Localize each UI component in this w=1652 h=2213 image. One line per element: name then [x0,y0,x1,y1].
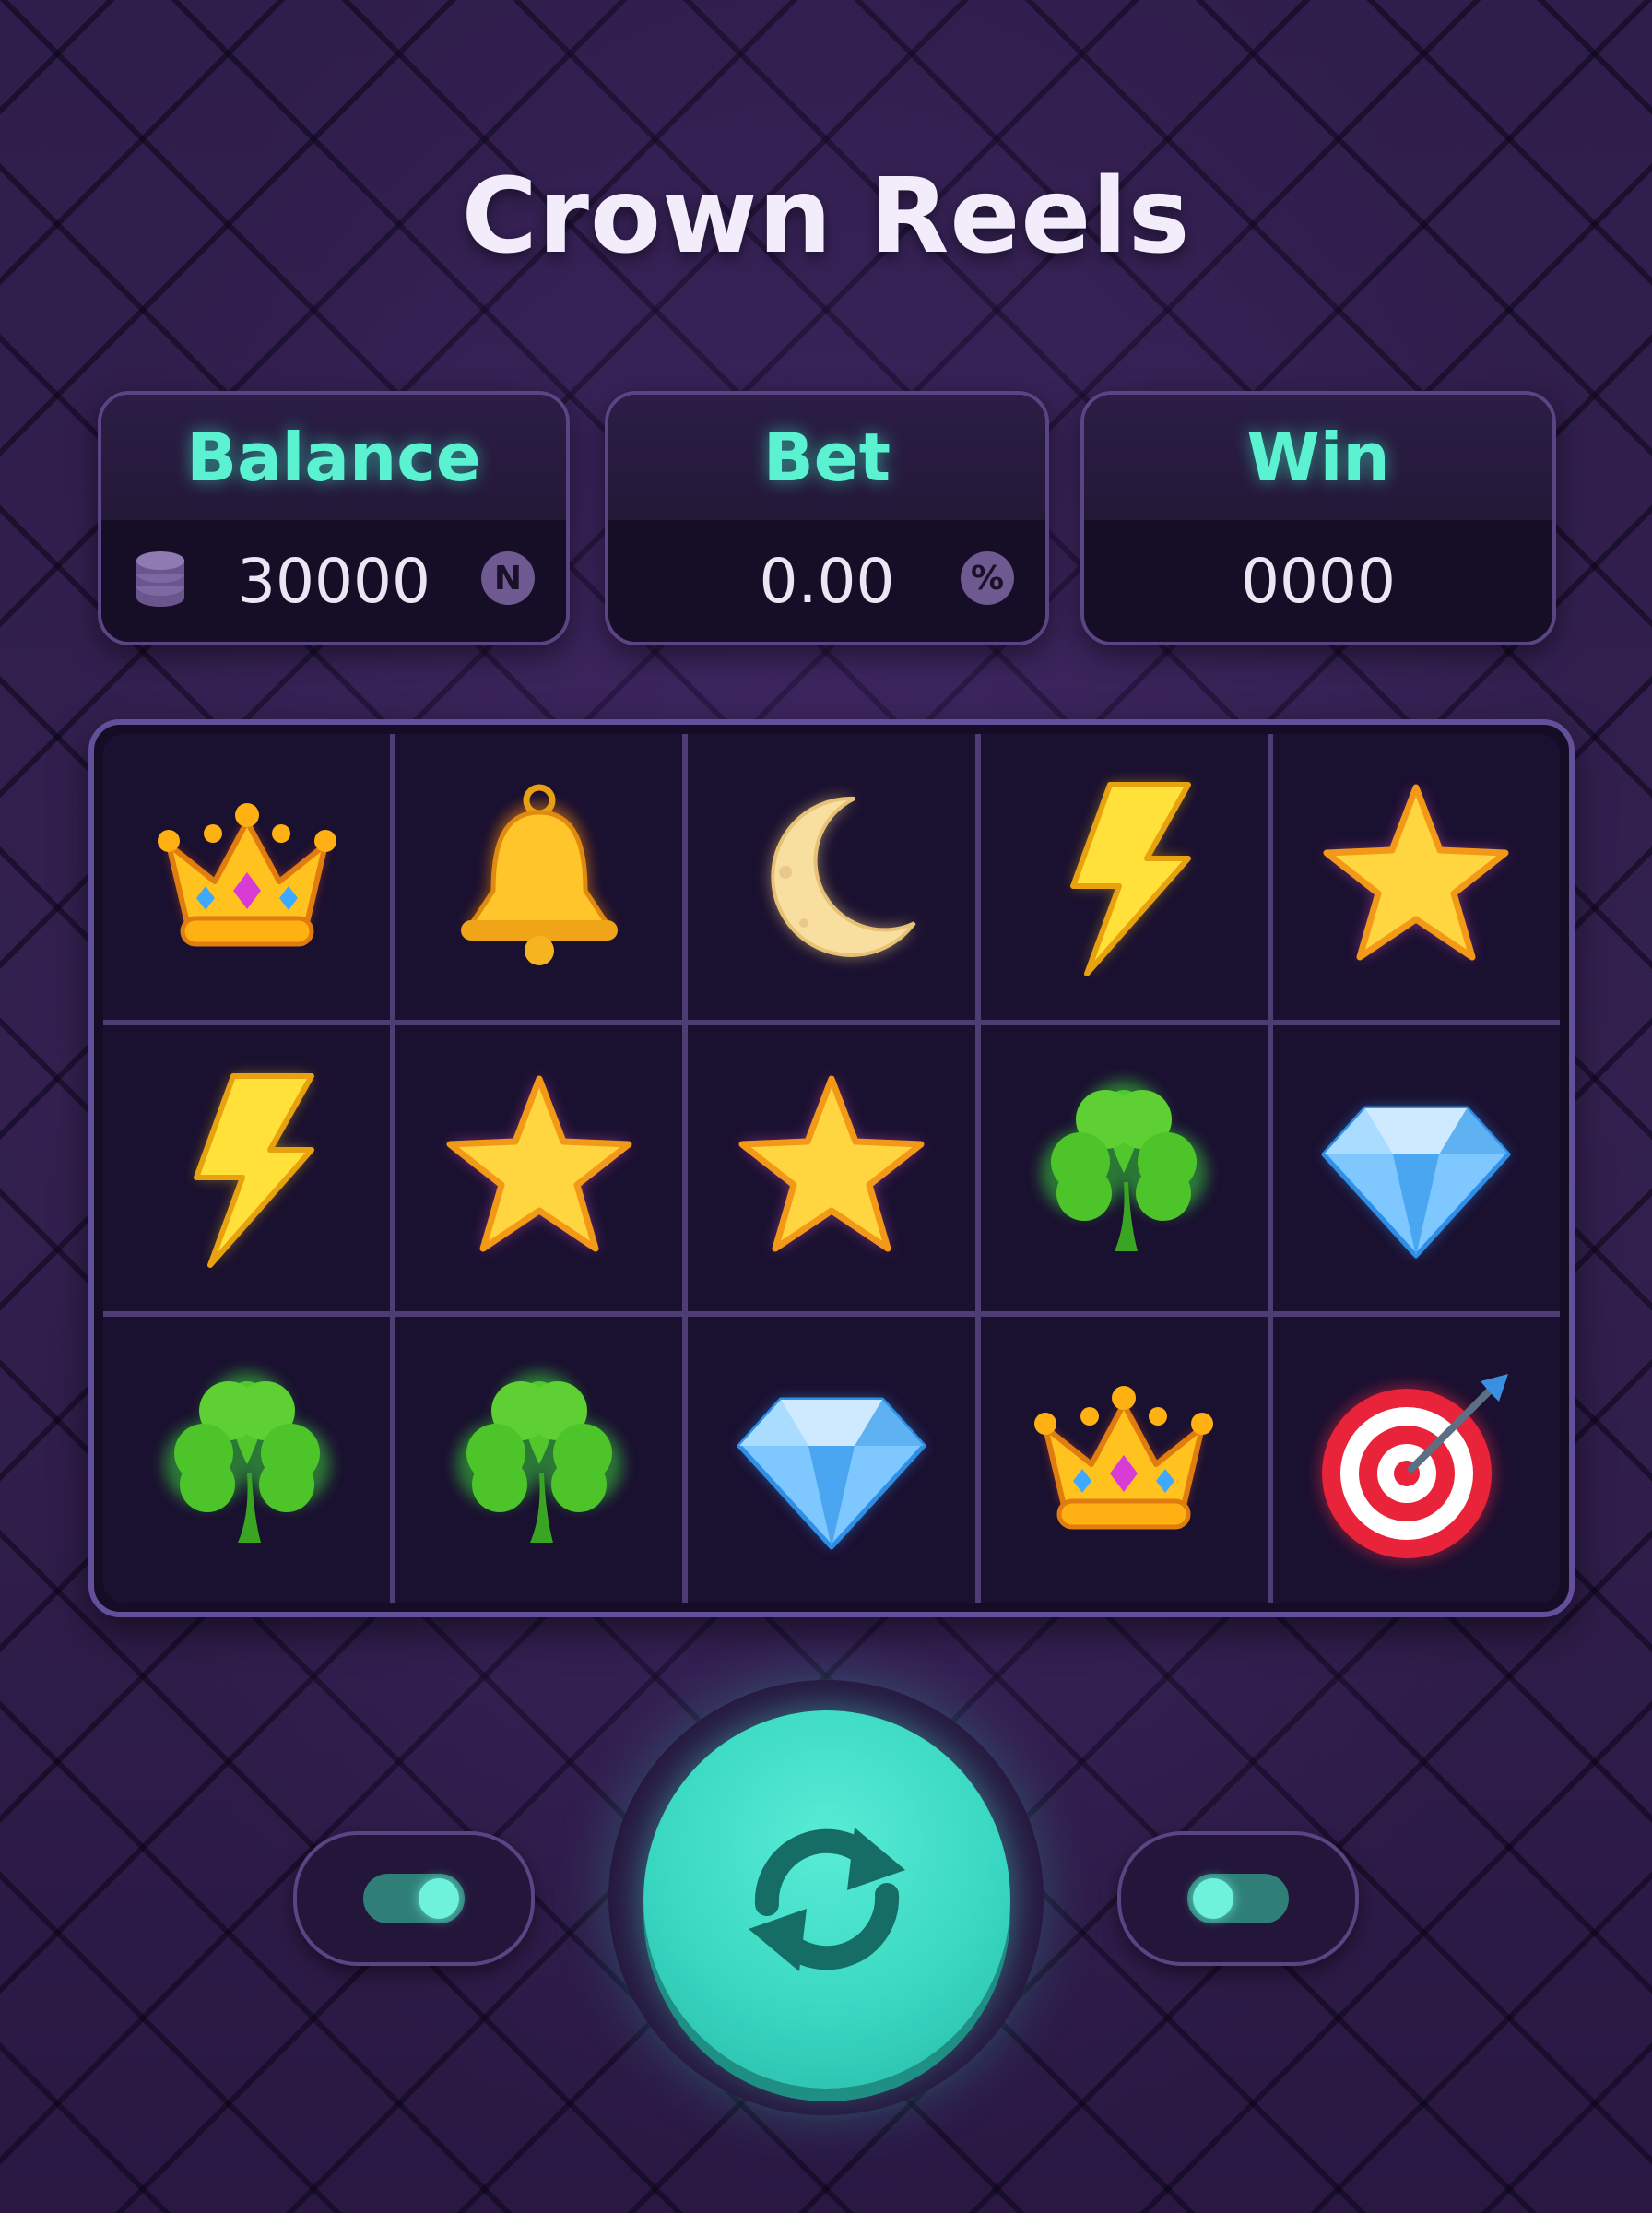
lightning-icon [193,1073,314,1268]
reel-cell [103,1317,391,1603]
star-icon [446,1075,632,1252]
crown-icon [1034,1386,1214,1530]
reel-cell [395,1025,683,1311]
right-toggle-track [1187,1874,1289,1923]
win-value-row: 0000 [1084,520,1552,642]
win-label: Win [1084,395,1552,520]
star-icon [1323,784,1509,961]
bet-panel: Bet 0.00 % [605,391,1049,645]
win-value: 0000 [1241,545,1396,617]
diamond-icon [1321,1106,1511,1259]
balance-label: Balance [101,395,566,520]
refresh-icon [749,1828,905,1971]
clover-icon [455,1372,622,1543]
lightning-icon [1070,782,1192,976]
reel-cell [980,734,1268,1020]
moon-icon [771,796,916,957]
right-toggle-knob [1193,1878,1233,1919]
reel-cell [688,1317,975,1603]
crown-icon [157,803,336,947]
left-toggle[interactable] [293,1831,535,1966]
reel-cell [1272,734,1560,1020]
reel-cell [688,1025,975,1311]
game-title: Crown Reels [461,157,1191,277]
reel-cell [1272,1317,1560,1603]
balance-panel: Balance 30000 N [98,391,570,645]
star-icon [738,1075,925,1252]
target-icon [1319,1374,1509,1561]
reel-grid [103,734,1560,1603]
balance-value: 30000 [237,545,431,617]
reel-cell [103,1025,391,1311]
reel-cell [980,1317,1268,1603]
reel-cell [103,734,391,1020]
right-toggle[interactable] [1117,1831,1359,1966]
balance-value-row: 30000 N [101,520,566,642]
left-toggle-knob [419,1878,459,1919]
currency-badge-icon: N [481,551,535,605]
bet-label: Bet [608,395,1045,520]
percent-badge-icon[interactable]: % [961,551,1014,605]
clover-icon [1041,1081,1208,1251]
reel-grid-frame [88,719,1575,1617]
bet-value: 0.00 [759,545,895,617]
coin-stack-icon [136,551,184,607]
reel-cell [395,1317,683,1603]
reel-cell [980,1025,1268,1311]
win-panel: Win 0000 [1080,391,1556,645]
bet-value-row: 0.00 % [608,520,1045,642]
spin-button[interactable] [643,1710,1010,2089]
diamond-icon [737,1397,926,1550]
clover-icon [163,1372,330,1543]
reel-cell [1272,1025,1560,1311]
bell-icon [460,784,618,965]
reel-cell [688,734,975,1020]
left-toggle-track [363,1874,465,1923]
reel-cell [395,734,683,1020]
